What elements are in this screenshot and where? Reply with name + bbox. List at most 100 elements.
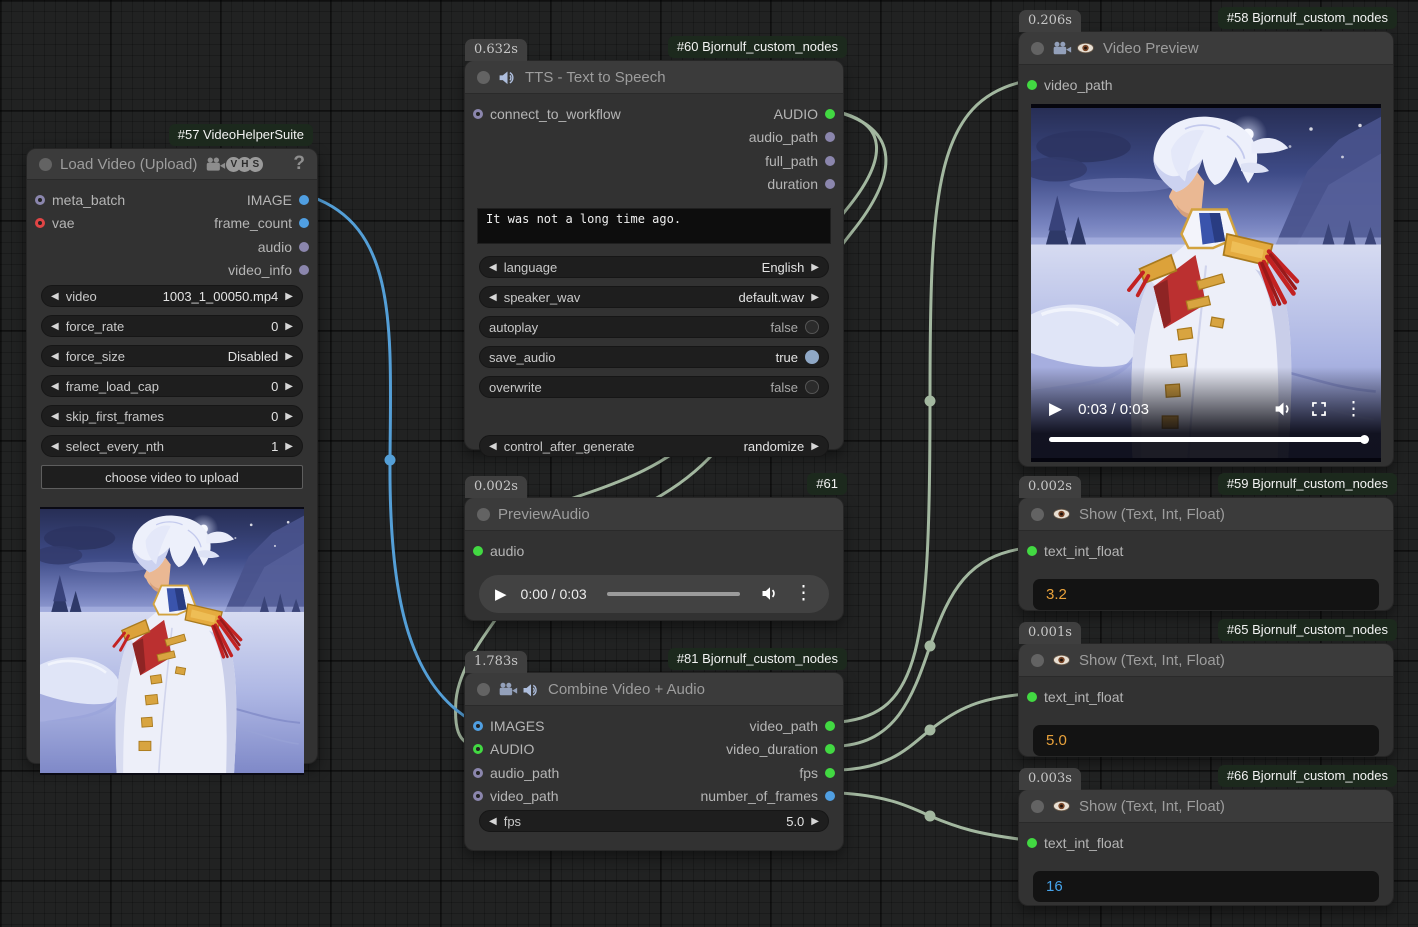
output-slot-number-of-frames[interactable]: number_of_frames <box>700 788 835 804</box>
output-dot[interactable] <box>299 195 309 205</box>
arrow-right-icon[interactable]: ▶ <box>285 351 293 362</box>
fullscreen-icon[interactable] <box>1310 400 1328 418</box>
input-dot[interactable] <box>473 109 483 119</box>
progress-knob[interactable] <box>1360 435 1369 444</box>
input-slot-video-path[interactable]: video_path <box>473 788 559 804</box>
play-icon[interactable]: ▶ <box>1049 399 1062 419</box>
widget-autoplay-toggle[interactable]: autoplay false <box>479 316 829 338</box>
output-slot-video-duration[interactable]: video_duration <box>726 741 835 757</box>
input-slot-audio[interactable]: AUDIO <box>473 741 534 757</box>
input-slot-video-path[interactable]: video_path <box>1027 77 1113 93</box>
widget-force-rate[interactable]: ◀ force_rate 0 ▶ <box>41 315 303 337</box>
input-slot-meta-batch[interactable]: meta_batch <box>35 192 125 208</box>
kebab-menu-icon[interactable]: ⋮ <box>1344 400 1363 419</box>
arrow-left-icon[interactable]: ◀ <box>51 381 59 392</box>
output-dot[interactable] <box>299 218 309 228</box>
input-slot-text-int-float[interactable]: text_int_float <box>1027 835 1123 851</box>
arrow-left-icon[interactable]: ◀ <box>489 441 497 452</box>
choose-video-button[interactable]: choose video to upload <box>41 465 303 489</box>
input-dot[interactable] <box>1027 80 1037 90</box>
node-title-bar[interactable]: Show (Text, Int, Float) <box>1019 498 1393 531</box>
arrow-right-icon[interactable]: ▶ <box>811 441 819 452</box>
input-slot-text-int-float[interactable]: text_int_float <box>1027 543 1123 559</box>
widget-force-size[interactable]: ◀ force_size Disabled ▶ <box>41 345 303 367</box>
output-slot-image[interactable]: IMAGE <box>247 192 309 208</box>
arrow-left-icon[interactable]: ◀ <box>51 411 59 422</box>
widget-language[interactable]: ◀ language English ▶ <box>479 256 829 278</box>
arrow-left-icon[interactable]: ◀ <box>489 292 497 303</box>
output-dot[interactable] <box>825 768 835 778</box>
output-dot[interactable] <box>825 179 835 189</box>
kebab-menu-icon[interactable]: ⋮ <box>794 584 813 603</box>
input-dot[interactable] <box>35 195 45 205</box>
output-slot-audio[interactable]: AUDIO <box>774 106 835 122</box>
input-slot-audio-path[interactable]: audio_path <box>473 765 559 781</box>
arrow-right-icon[interactable]: ▶ <box>811 816 819 827</box>
video-player[interactable]: ▶ 0:03 / 0:03 ⋮ <box>1031 104 1381 462</box>
widget-frame-load-cap[interactable]: ◀ frame_load_cap 0 ▶ <box>41 375 303 397</box>
output-slot-fps[interactable]: fps <box>799 765 835 781</box>
output-slot-frame-count[interactable]: frame_count <box>214 215 309 231</box>
arrow-right-icon[interactable]: ▶ <box>811 262 819 273</box>
node-title-bar[interactable]: TTS - Text to Speech <box>465 61 843 94</box>
output-dot[interactable] <box>825 744 835 754</box>
node-title-bar[interactable]: Load Video (Upload) V H S ? <box>27 149 317 180</box>
output-slot-full-path[interactable]: full_path <box>765 153 835 169</box>
widget-overwrite-toggle[interactable]: overwrite false <box>479 376 829 398</box>
arrow-left-icon[interactable]: ◀ <box>51 441 59 452</box>
collapse-dot[interactable] <box>1031 508 1044 521</box>
input-dot[interactable] <box>1027 838 1037 848</box>
collapse-dot[interactable] <box>477 71 490 84</box>
widget-speaker-wav[interactable]: ◀ speaker_wav default.wav ▶ <box>479 286 829 308</box>
input-slot-vae[interactable]: vae <box>35 215 75 231</box>
arrow-left-icon[interactable]: ◀ <box>51 291 59 302</box>
output-slot-video-info[interactable]: video_info <box>228 262 309 278</box>
arrow-right-icon[interactable]: ▶ <box>285 381 293 392</box>
audio-player[interactable]: ▶ 0:00 / 0:03 ⋮ <box>479 575 829 613</box>
output-dot[interactable] <box>825 791 835 801</box>
input-dot[interactable] <box>1027 692 1037 702</box>
volume-icon[interactable] <box>1273 400 1294 418</box>
arrow-right-icon[interactable]: ▶ <box>285 441 293 452</box>
arrow-right-icon[interactable]: ▶ <box>285 321 293 332</box>
output-dot[interactable] <box>825 132 835 142</box>
video-thumbnail[interactable] <box>40 507 304 775</box>
widget-save-audio-toggle[interactable]: save_audio true <box>479 346 829 368</box>
output-slot-duration[interactable]: duration <box>767 176 835 192</box>
collapse-dot[interactable] <box>477 508 490 521</box>
widget-skip-first-frames[interactable]: ◀ skip_first_frames 0 ▶ <box>41 405 303 427</box>
play-icon[interactable]: ▶ <box>495 585 507 603</box>
collapse-dot[interactable] <box>1031 42 1044 55</box>
output-dot[interactable] <box>299 242 309 252</box>
audio-progress-bar[interactable] <box>607 592 740 596</box>
arrow-left-icon[interactable]: ◀ <box>489 816 497 827</box>
output-slot-video-path[interactable]: video_path <box>749 718 835 734</box>
node-title-bar[interactable]: Show (Text, Int, Float) <box>1019 790 1393 823</box>
node-title-bar[interactable]: Video Preview <box>1019 32 1393 65</box>
toggle-on-icon[interactable] <box>805 350 819 364</box>
output-dot[interactable] <box>825 721 835 731</box>
output-slot-audio[interactable]: audio <box>258 239 309 255</box>
input-dot[interactable] <box>473 791 483 801</box>
collapse-dot[interactable] <box>477 683 490 696</box>
arrow-right-icon[interactable]: ▶ <box>285 411 293 422</box>
help-icon[interactable]: ? <box>293 153 305 175</box>
input-dot[interactable] <box>35 218 45 228</box>
arrow-right-icon[interactable]: ▶ <box>811 292 819 303</box>
output-dot[interactable] <box>825 109 835 119</box>
widget-control-after-generate[interactable]: ◀ control_after_generate randomize ▶ <box>479 435 829 457</box>
output-slot-audio-path[interactable]: audio_path <box>749 129 835 145</box>
widget-select-every-nth[interactable]: ◀ select_every_nth 1 ▶ <box>41 435 303 457</box>
node-title-bar[interactable]: PreviewAudio <box>465 498 843 531</box>
output-dot[interactable] <box>299 265 309 275</box>
input-dot[interactable] <box>473 744 483 754</box>
toggle-off-icon[interactable] <box>805 320 819 334</box>
collapse-dot[interactable] <box>1031 654 1044 667</box>
node-title-bar[interactable]: Show (Text, Int, Float) <box>1019 644 1393 677</box>
collapse-dot[interactable] <box>1031 800 1044 813</box>
tts-text-input[interactable]: It was not a long time ago. <box>477 208 831 244</box>
input-dot[interactable] <box>473 721 483 731</box>
output-dot[interactable] <box>825 156 835 166</box>
arrow-left-icon[interactable]: ◀ <box>51 321 59 332</box>
video-progress-bar[interactable] <box>1049 437 1367 442</box>
